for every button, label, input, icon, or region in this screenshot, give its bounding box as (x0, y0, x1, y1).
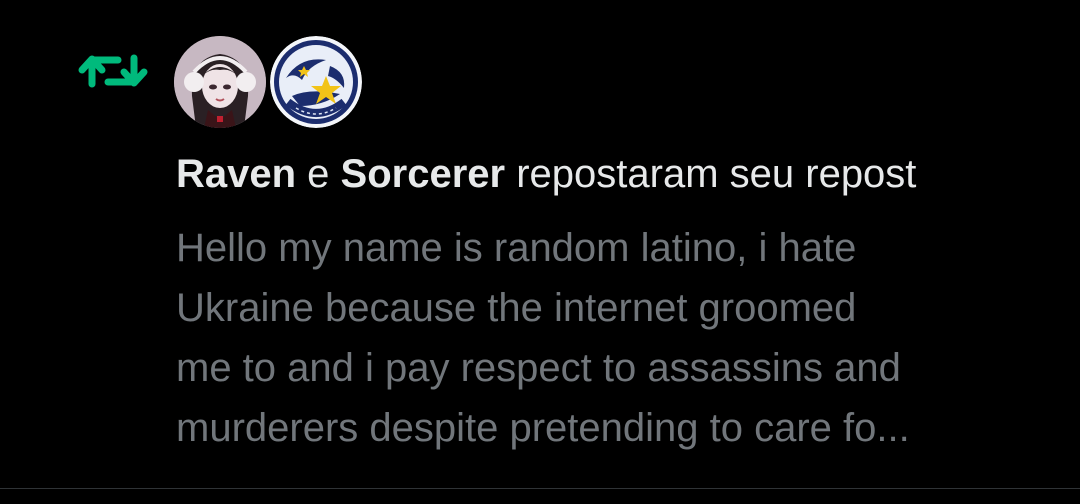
post-text-line: Hello my name is random latino, i hate (176, 226, 857, 270)
post-text-line: Ukraine because the internet groomed (176, 286, 857, 330)
repost-icon (78, 54, 148, 88)
sorcerer-emblem-icon (270, 36, 362, 128)
raven-avatar-image (174, 36, 266, 128)
headline-action: repostaram seu repost (505, 152, 917, 196)
post-text-line: me to and i pay respect to assassins and (176, 346, 901, 390)
user-name-raven[interactable]: Raven (176, 152, 296, 196)
notification-headline: Raven e Sorcerer repostaram seu repost (176, 150, 916, 198)
post-text-line: murderers despite pretending to care fo.… (176, 406, 910, 450)
notification-item[interactable]: Raven e Sorcerer repostaram seu repost H… (0, 0, 1080, 488)
user-name-sorcerer[interactable]: Sorcerer (341, 152, 506, 196)
divider (0, 488, 1080, 489)
post-preview-text[interactable]: Hello my name is random latino, i hate U… (176, 218, 1056, 458)
avatar-raven[interactable] (174, 36, 266, 128)
avatar-sorcerer[interactable] (270, 36, 362, 128)
headline-conjunction: e (296, 152, 341, 196)
